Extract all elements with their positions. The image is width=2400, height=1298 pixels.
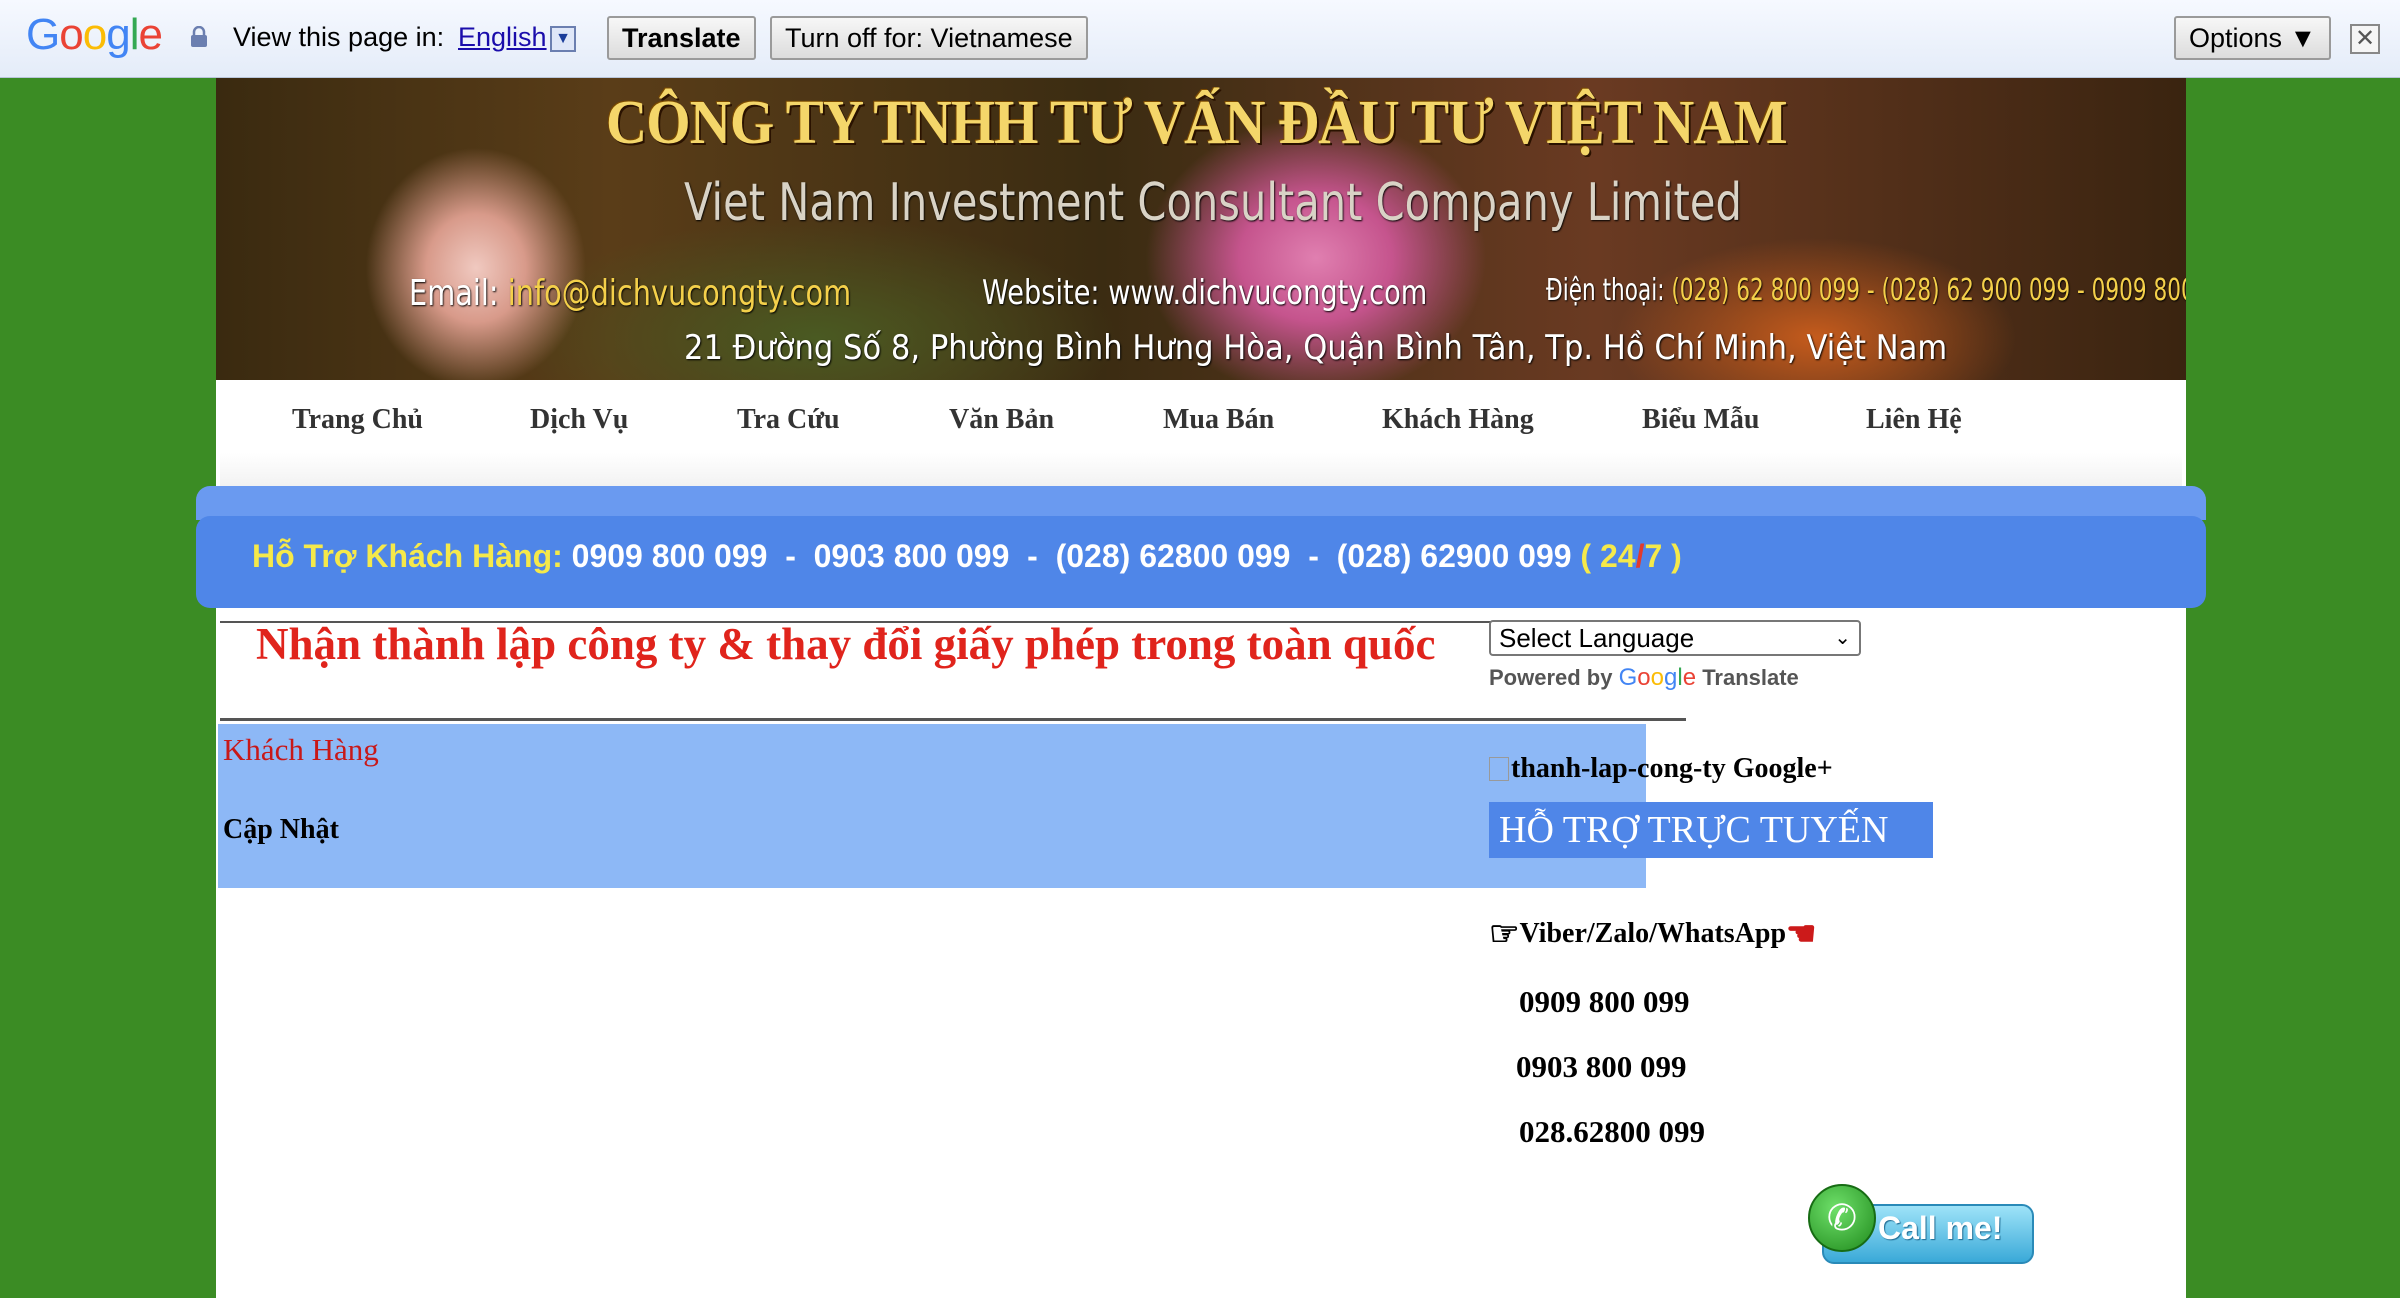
language-link[interactable]: English <box>458 22 547 53</box>
phone-icon: ✆ <box>1808 1184 1876 1252</box>
hand-pointing-left-icon: ☚ <box>1786 916 1817 953</box>
page-container: CÔNG TY TNHH TƯ VẤN ĐẦU TƯ VIỆT NAM Viet… <box>216 78 2186 1298</box>
google-translate-bar: Google View this page in: English ▼ Tran… <box>0 0 2400 78</box>
broken-image-icon <box>1489 757 1509 781</box>
turn-off-button[interactable]: Turn off for: Vietnamese <box>770 16 1088 60</box>
support-phone-1[interactable]: 0909 800 099 <box>1519 984 1690 1020</box>
banner-website: Website: www.dichvucongty.com <box>982 273 1428 313</box>
support-phone-2[interactable]: 0903 800 099 <box>1516 1049 1687 1085</box>
category-link[interactable]: Khách Hàng <box>223 732 379 768</box>
viber-zalo-whatsapp: ☞Viber/Zalo/WhatsApp☚ <box>1489 916 1817 953</box>
header-banner: CÔNG TY TNHH TƯ VẤN ĐẦU TƯ VIỆT NAM Viet… <box>216 78 2186 380</box>
options-button[interactable]: Options ▼ <box>2174 16 2332 60</box>
category-box: Khách Hàng Cập Nhật <box>218 724 1646 888</box>
banner-address: 21 Đường Số 8, Phường Bình Hưng Hòa, Quậ… <box>684 328 1948 368</box>
hand-pointing-right-icon: ☞ <box>1489 916 1520 953</box>
google-plus-link[interactable]: thanh-lap-cong-ty Google+ <box>1489 753 1833 785</box>
online-support-header: HỖ TRỢ TRỰC TUYẾN <box>1489 802 1933 858</box>
nav-item-khach-hang[interactable]: Khách Hàng <box>1382 404 1534 436</box>
translate-link[interactable]: Translate <box>1702 665 1799 690</box>
nav-item-tra-cuu[interactable]: Tra Cứu <box>737 404 840 436</box>
divider-bottom <box>220 718 1686 721</box>
nav-item-bieu-mau[interactable]: Biểu Mẫu <box>1642 404 1759 436</box>
company-subtitle: Viet Nam Investment Consultant Company L… <box>684 173 1742 233</box>
support-hotline: Hỗ Trợ Khách Hàng: 0909 800 099 - 0903 8… <box>252 538 1682 574</box>
powered-by-google: Powered by Google Translate <box>1489 664 1799 691</box>
google-logo-small[interactable]: Google <box>1619 664 1696 691</box>
ribbon-top <box>196 486 2206 520</box>
translate-button[interactable]: Translate <box>607 16 756 60</box>
nav-item-mua-ban[interactable]: Mua Bán <box>1163 404 1274 436</box>
support-ribbon: Hỗ Trợ Khách Hàng: 0909 800 099 - 0903 8… <box>196 486 2206 622</box>
company-title: CÔNG TY TNHH TƯ VẤN ĐẦU TƯ VIỆT NAM <box>606 89 1788 157</box>
support-phone-3[interactable]: 028.62800 099 <box>1519 1114 1705 1150</box>
close-icon[interactable]: ✕ <box>2350 24 2380 54</box>
nav-item-van-ban[interactable]: Văn Bản <box>949 404 1054 436</box>
nav-item-dich-vu[interactable]: Dịch Vụ <box>530 404 628 436</box>
nav-item-lien-he[interactable]: Liên Hệ <box>1866 404 1962 436</box>
language-dropdown-icon[interactable]: ▼ <box>550 26 576 52</box>
call-me-label: Call me! <box>1878 1210 2003 1246</box>
google-logo: Google <box>26 10 163 59</box>
view-page-in-label: View this page in: <box>233 22 445 52</box>
call-me-button[interactable]: Call me! ✆ <box>1808 1184 2048 1266</box>
banner-email: Email: info@dichvucongty.com <box>409 273 852 314</box>
banner-phone: Điện thoại: (028) 62 800 099 - (028) 62 … <box>1546 273 2186 308</box>
lock-icon <box>191 26 207 47</box>
page-heading: Nhận thành lập công ty & thay đổi giấy p… <box>256 619 1436 669</box>
select-language-dropdown[interactable]: Select Language ⌄ <box>1489 620 1861 656</box>
chevron-down-icon: ⌄ <box>1834 627 1851 649</box>
nav-item-trang-chu[interactable]: Trang Chủ <box>292 404 423 436</box>
update-label: Cập Nhật <box>223 814 339 845</box>
